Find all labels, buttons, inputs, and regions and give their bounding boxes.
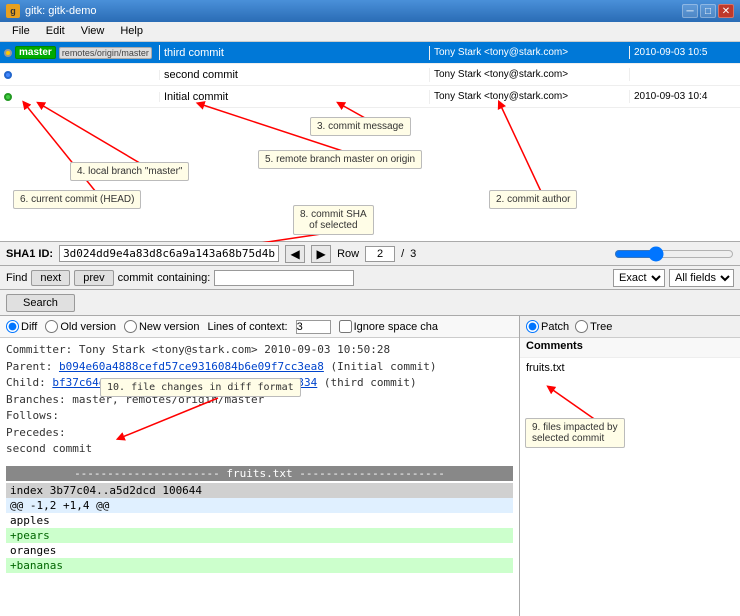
branch-tag-origin[interactable]: remotes/origin/master xyxy=(59,47,152,59)
commit-date: 2010-09-03 10:5 xyxy=(630,46,740,59)
title-bar: g gitk: gitk-demo ─ □ ✕ xyxy=(0,0,740,22)
diff-area: Diff Old version New version Lines of co… xyxy=(0,316,520,616)
row-label: Row xyxy=(337,248,359,260)
commit-author: Tony Stark <tony@stark.com> xyxy=(430,46,630,59)
prev-button[interactable]: prev xyxy=(74,270,113,286)
menu-help[interactable]: Help xyxy=(112,24,151,39)
diff-index: index 3b77c04..a5d2dcd 100644 xyxy=(6,483,513,498)
next-button[interactable]: next xyxy=(31,270,70,286)
diff-commit-msg: second commit xyxy=(6,441,513,458)
allfields-select[interactable]: All fields xyxy=(669,269,734,287)
row-input[interactable] xyxy=(365,246,395,262)
file-list-header: Comments xyxy=(520,338,740,358)
diff-content[interactable]: 10. file changes in diff format Committe… xyxy=(0,338,519,616)
exact-select[interactable]: Exact xyxy=(613,269,665,287)
commit-date xyxy=(630,74,740,76)
diff-hunk: @@ -1,2 +1,4 @@ xyxy=(6,498,513,513)
commit-dot xyxy=(4,93,12,101)
table-row[interactable]: second commit Tony Stark <tony@stark.com… xyxy=(0,64,740,86)
diff-precedes: Precedes: xyxy=(6,425,513,442)
oldver-radio-label[interactable]: Old version xyxy=(45,320,116,333)
search-btn-row: Search xyxy=(0,290,740,316)
main-container: master remotes/origin/master third commi… xyxy=(0,42,740,616)
branch-tag-master[interactable]: master xyxy=(15,46,56,59)
diff-separator: ---------------------- fruits.txt ------… xyxy=(6,466,513,481)
commit-message: third commit xyxy=(160,46,430,60)
ignore-checkbox[interactable] xyxy=(339,320,352,333)
find-bar: Find next prev commit containing: Exact … xyxy=(0,266,740,290)
sha-input[interactable] xyxy=(59,245,279,262)
commit-graph-cell xyxy=(0,92,160,102)
annotation-files-impacted: 9. files impacted by selected commit xyxy=(525,418,625,448)
patch-tree-bar: Patch Tree xyxy=(520,316,740,338)
table-row[interactable]: master remotes/origin/master third commi… xyxy=(0,42,740,64)
list-item[interactable]: fruits.txt xyxy=(526,360,734,376)
diff-radio-label[interactable]: Diff xyxy=(6,320,37,333)
file-list-content[interactable]: fruits.txt 9. files impacted by selected… xyxy=(520,358,740,616)
search-button[interactable]: Search xyxy=(6,294,75,312)
patch-radio[interactable] xyxy=(526,320,539,333)
lines-input[interactable] xyxy=(296,320,331,334)
table-row[interactable]: Initial commit Tony Stark <tony@stark.co… xyxy=(0,86,740,108)
file-arrows xyxy=(520,358,740,616)
child-link[interactable]: bf37c64e79b9804aee541f590ccdab0466e01334 xyxy=(52,376,317,389)
tree-radio-label[interactable]: Tree xyxy=(575,320,612,333)
commit-list-area: master remotes/origin/master third commi… xyxy=(0,42,740,242)
diff-parent: Parent: b094e60a4888cefd57ce9316084b6e09… xyxy=(6,359,513,376)
bottom-area: Diff Old version New version Lines of co… xyxy=(0,316,740,616)
menu-view[interactable]: View xyxy=(73,24,113,39)
commit-message: Initial commit xyxy=(160,90,430,104)
commit-find-label: commit xyxy=(118,272,153,284)
row-slider[interactable] xyxy=(614,246,734,262)
menu-file[interactable]: File xyxy=(4,24,38,39)
commit-message: second commit xyxy=(160,68,430,82)
diff-options: Diff Old version New version Lines of co… xyxy=(0,316,519,338)
commit-graph-cell xyxy=(0,70,160,80)
diff-committer: Committer: Tony Stark <tony@stark.com> 2… xyxy=(6,342,513,359)
menu-bar: File Edit View Help xyxy=(0,22,740,42)
commit-rows: master remotes/origin/master third commi… xyxy=(0,42,740,108)
diff-child: Child: bf37c64e79b9804aee541f590ccdab046… xyxy=(6,375,513,392)
diff-follows: Follows: xyxy=(6,408,513,425)
menu-edit[interactable]: Edit xyxy=(38,24,73,39)
commit-dot xyxy=(4,71,12,79)
maximize-button[interactable]: □ xyxy=(700,4,716,18)
app-icon: g xyxy=(6,4,20,18)
find-label: Find xyxy=(6,272,27,284)
file-list-area: Patch Tree Comments fruits.txt 9. files … xyxy=(520,316,740,616)
close-button[interactable]: ✕ xyxy=(718,4,734,18)
window-title: gitk: gitk-demo xyxy=(25,5,97,17)
parent-link[interactable]: b094e60a4888cefd57ce9316084b6e09f7cc3ea8 xyxy=(59,360,324,373)
oldver-radio[interactable] xyxy=(45,320,58,333)
row-separator: / xyxy=(401,248,404,260)
row-total: 3 xyxy=(410,248,416,260)
tree-radio[interactable] xyxy=(575,320,588,333)
diff-line-oranges: oranges xyxy=(6,543,513,558)
patch-radio-label[interactable]: Patch xyxy=(526,320,569,333)
newver-radio-label[interactable]: New version xyxy=(124,320,200,333)
commit-graph-cell: master remotes/origin/master xyxy=(0,45,160,60)
diff-line-apples: apples xyxy=(6,513,513,528)
sha-bar: SHA1 ID: ◀ ▶ Row / 3 xyxy=(0,242,740,266)
diff-line-pears: +pears xyxy=(6,528,513,543)
sha-forward-button[interactable]: ▶ xyxy=(311,245,331,263)
commit-date: 2010-09-03 10:4 xyxy=(630,90,740,103)
containing-label: containing: xyxy=(157,272,210,284)
diff-radio[interactable] xyxy=(6,320,19,333)
diff-line-bananas: +bananas xyxy=(6,558,513,573)
commit-author: Tony Stark <tony@stark.com> xyxy=(430,68,630,81)
ignore-check-label[interactable]: Ignore space cha xyxy=(339,320,438,333)
sha-label: SHA1 ID: xyxy=(6,248,53,260)
newver-radio[interactable] xyxy=(124,320,137,333)
lines-label: Lines of context: xyxy=(207,321,287,333)
commit-author: Tony Stark <tony@stark.com> xyxy=(430,90,630,103)
minimize-button[interactable]: ─ xyxy=(682,4,698,18)
commit-dot xyxy=(4,49,12,57)
find-input[interactable] xyxy=(214,270,354,286)
sha-back-button[interactable]: ◀ xyxy=(285,245,305,263)
diff-branches: Branches: master, remotes/origin/master xyxy=(6,392,513,409)
